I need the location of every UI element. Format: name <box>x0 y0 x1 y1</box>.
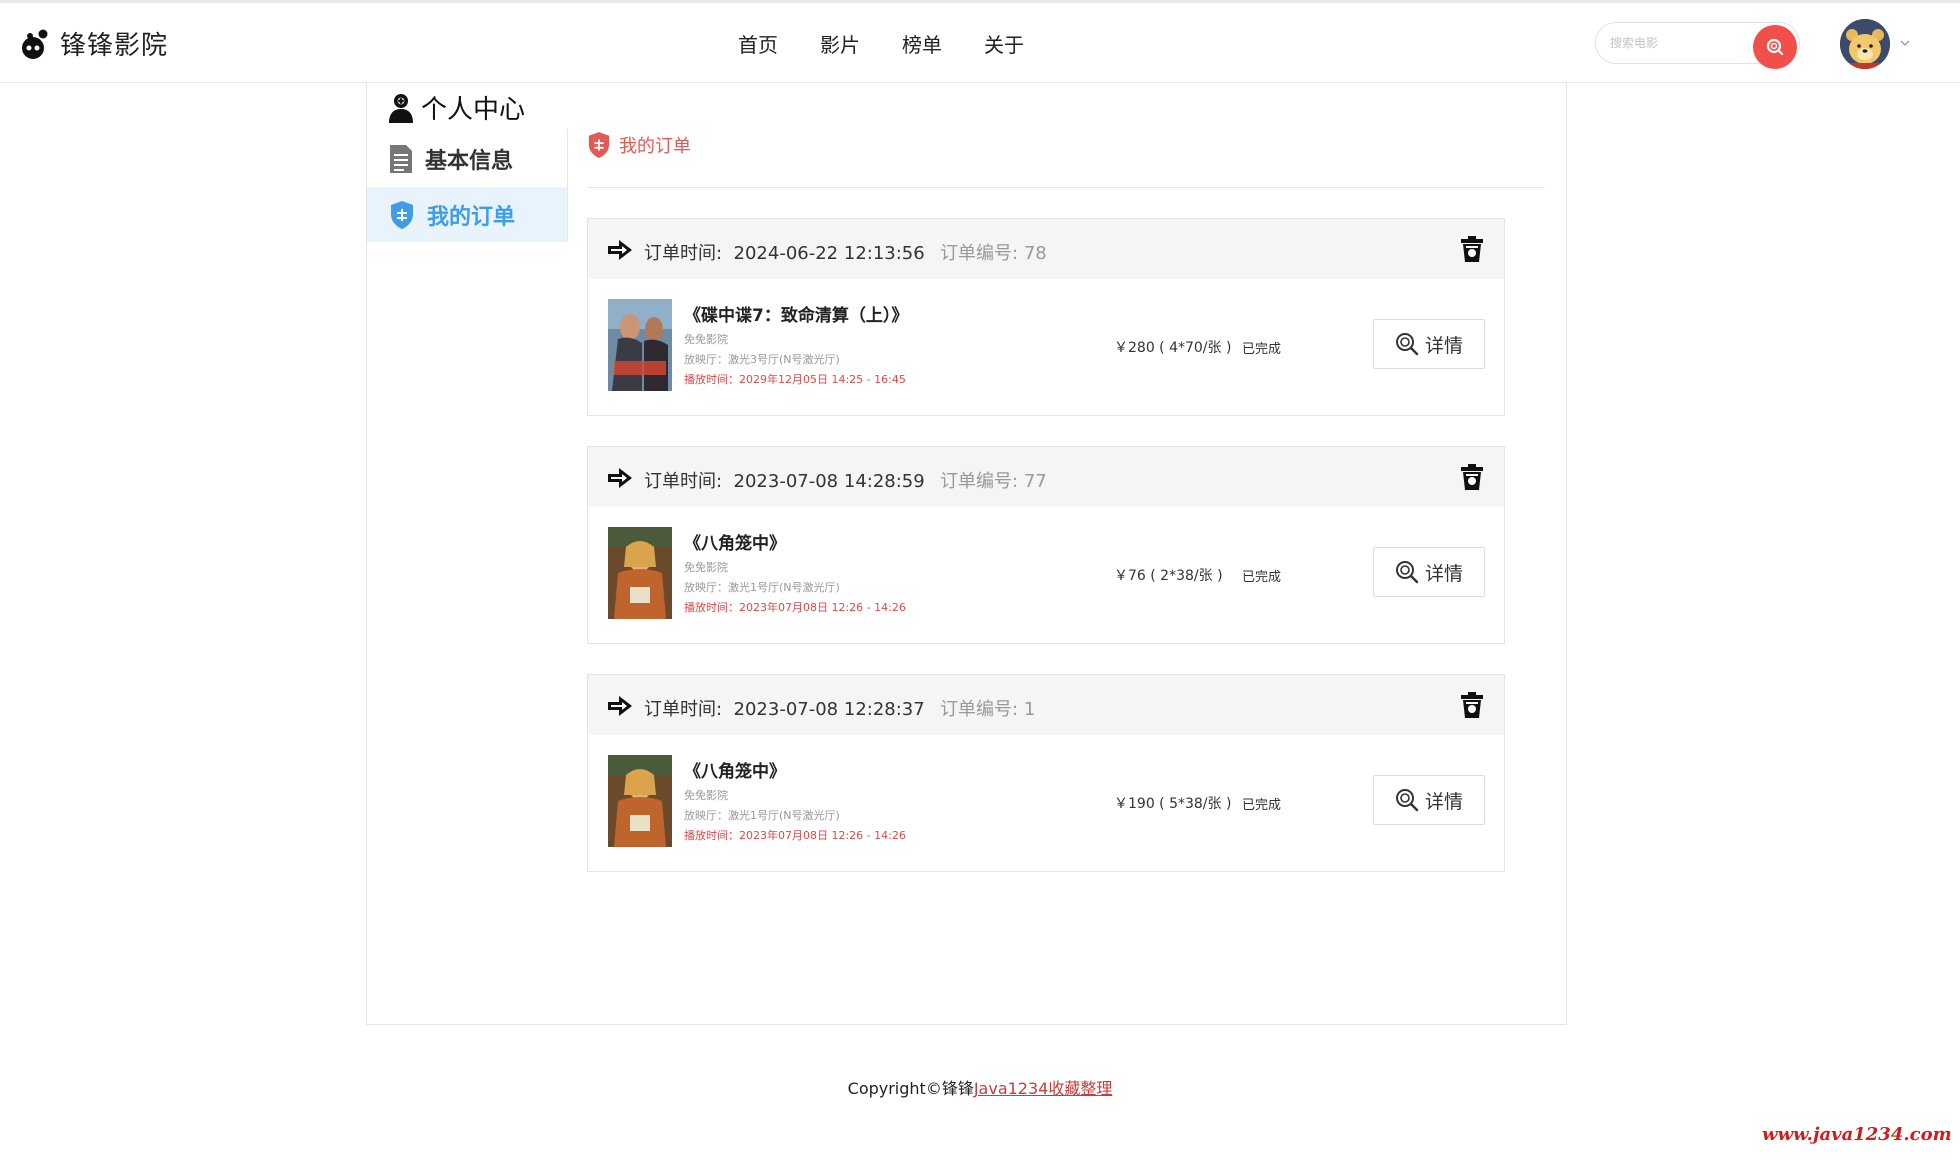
screening-hall: 放映厅：激光3号厅(N号激光厅) <box>684 353 840 366</box>
poster-image <box>608 299 672 391</box>
order-card: 订单时间: 2024-06-22 12:13:56 订单编号: 78 《碟中谍7… <box>587 218 1505 416</box>
order-status: 已完成 <box>1242 798 1282 813</box>
order-number: 订单编号: 78 <box>940 243 1047 264</box>
detail-button-label: 详情 <box>1424 790 1463 813</box>
showtime: 播放时间：2023年07月08日 12:26 - 14:26 <box>684 829 906 842</box>
order-number: 订单编号: 77 <box>940 471 1047 492</box>
section-divider <box>587 187 1545 188</box>
nav-about[interactable]: 关于 <box>984 29 1024 58</box>
sidebar-item-basic-info[interactable]: 基本信息 <box>367 131 567 186</box>
footer: Copyright©锋锋Java1234收藏整理 <box>0 1075 1960 1099</box>
search-icon <box>1395 561 1419 584</box>
order-time: 订单时间: 2024-06-22 12:13:56 <box>644 243 925 264</box>
page-title-text: 个人中心 <box>421 95 526 125</box>
movie-title[interactable]: 《碟中谍7：致命清算（上）》 <box>684 301 908 326</box>
order-status: 已完成 <box>1242 570 1282 585</box>
logo[interactable]: 锋锋影院 <box>20 25 168 62</box>
logo-text: 锋锋影院 <box>60 31 169 61</box>
search-icon <box>1395 333 1419 356</box>
shield-icon <box>588 132 610 158</box>
order-price: ￥190 ( 5*38/张 ) <box>1114 796 1232 812</box>
screening-hall: 放映厅：激光1号厅(N号激光厅) <box>684 581 840 594</box>
document-icon <box>390 144 412 173</box>
order-price: ￥76 ( 2*38/张 ) <box>1114 568 1223 584</box>
order-status: 已完成 <box>1242 342 1282 357</box>
arrow-right-icon <box>608 468 632 488</box>
trash-icon[interactable] <box>1460 235 1484 263</box>
order-time: 订单时间: 2023-07-08 12:28:37 <box>644 699 925 720</box>
footer-link[interactable]: Java1234收藏整理 <box>974 1079 1113 1098</box>
cinema-name: 免免影院 <box>684 561 728 574</box>
chevron-down-icon[interactable] <box>1899 38 1911 48</box>
order-number: 订单编号: 1 <box>940 699 1036 720</box>
movie-title[interactable]: 《八角笼中》 <box>684 529 786 554</box>
order-header: 订单时间: 2024-06-22 12:13:56 订单编号: 78 <box>588 219 1504 279</box>
user-center-panel: 个人中心 基本信息 我的订单 我的订单 订单时间: 2024-06-22 12:… <box>366 83 1567 1025</box>
screening-hall: 放映厅：激光1号厅(N号激光厅) <box>684 809 840 822</box>
nav-rankings[interactable]: 榜单 <box>902 29 942 58</box>
search-icon <box>1766 38 1784 56</box>
sidebar-item-my-orders[interactable]: 我的订单 <box>367 187 567 242</box>
order-time: 订单时间: 2023-07-08 14:28:59 <box>644 471 925 492</box>
section-title-text: 我的订单 <box>619 136 691 157</box>
order-price: ￥280 ( 4*70/张 ) <box>1114 340 1232 356</box>
section-title: 我的订单 <box>587 131 691 159</box>
user-plus-icon <box>389 93 413 123</box>
header: 锋锋影院 首页 影片 榜单 关于 <box>0 3 1960 83</box>
sidebar-item-label: 我的订单 <box>427 204 516 230</box>
order-header: 订单时间: 2023-07-08 12:28:37 订单编号: 1 <box>588 675 1504 735</box>
copyright-text: Copyright©锋锋 <box>847 1079 974 1098</box>
sidebar-item-label: 基本信息 <box>425 148 514 174</box>
trash-icon[interactable] <box>1460 463 1484 491</box>
nav-home[interactable]: 首页 <box>738 29 778 58</box>
poster-image <box>608 527 672 619</box>
avatar[interactable] <box>1840 19 1890 69</box>
search-input[interactable] <box>1610 33 1750 53</box>
page-title: 个人中心 <box>387 89 525 126</box>
watermark: www.java1234.com <box>1762 1124 1952 1145</box>
poster-image <box>608 755 672 847</box>
showtime: 播放时间：2029年12月05日 14:25 - 16:45 <box>684 373 906 386</box>
movie-poster[interactable] <box>608 755 672 847</box>
order-card: 订单时间: 2023-07-08 14:28:59 订单编号: 77 《八角笼中… <box>587 446 1505 644</box>
search-button[interactable] <box>1753 25 1797 69</box>
order-header: 订单时间: 2023-07-08 14:28:59 订单编号: 77 <box>588 447 1504 507</box>
main-nav: 首页 影片 榜单 关于 <box>738 29 1066 58</box>
shield-icon <box>391 200 413 229</box>
detail-button[interactable]: 详情 <box>1373 319 1485 369</box>
movie-poster[interactable] <box>608 299 672 391</box>
nav-movies[interactable]: 影片 <box>820 29 860 58</box>
movie-title[interactable]: 《八角笼中》 <box>684 757 786 782</box>
sidebar-divider <box>567 129 568 242</box>
cinema-name: 免免影院 <box>684 333 728 346</box>
arrow-right-icon <box>608 696 632 716</box>
detail-button[interactable]: 详情 <box>1373 775 1485 825</box>
logo-icon <box>22 29 48 59</box>
showtime: 播放时间：2023年07月08日 12:26 - 14:26 <box>684 601 906 614</box>
detail-button-label: 详情 <box>1424 334 1463 357</box>
movie-poster[interactable] <box>608 527 672 619</box>
bear-avatar-icon <box>1840 19 1890 69</box>
search-icon <box>1395 789 1419 812</box>
trash-icon[interactable] <box>1460 691 1484 719</box>
detail-button-label: 详情 <box>1424 562 1463 585</box>
arrow-right-icon <box>608 240 632 260</box>
order-card: 订单时间: 2023-07-08 12:28:37 订单编号: 1 《八角笼中》… <box>587 674 1505 872</box>
detail-button[interactable]: 详情 <box>1373 547 1485 597</box>
cinema-name: 免免影院 <box>684 789 728 802</box>
